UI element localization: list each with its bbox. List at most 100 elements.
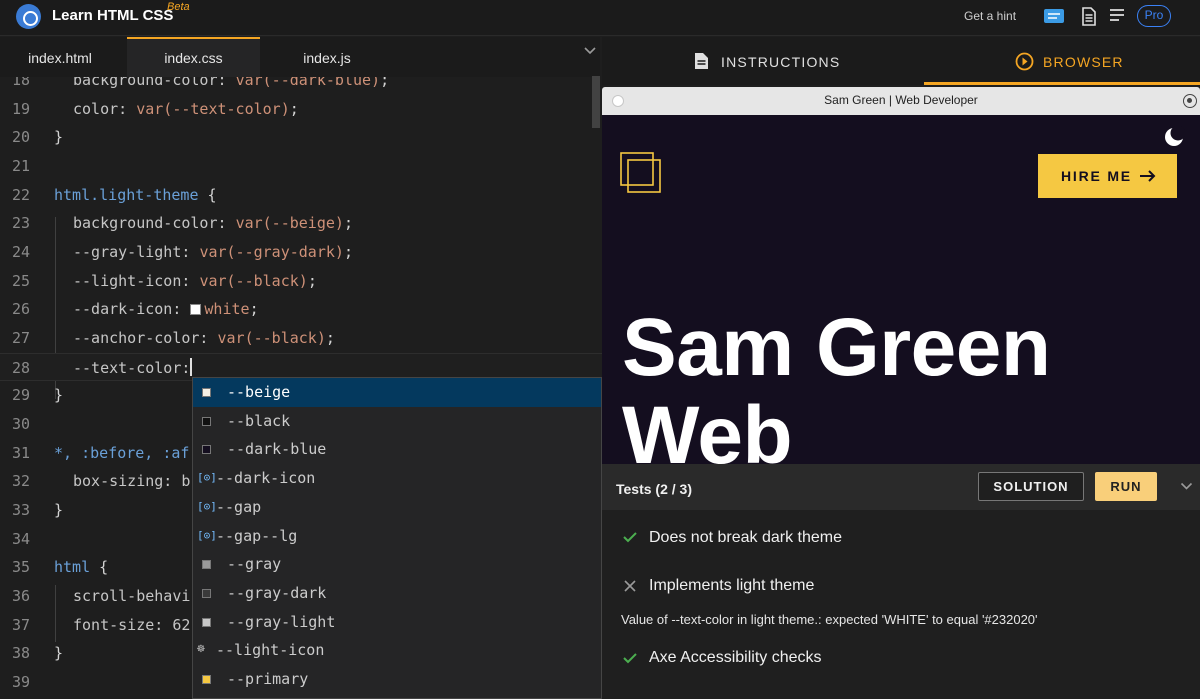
code-text: --dark-icon: white; — [73, 295, 259, 324]
run-button[interactable]: RUN — [1095, 472, 1157, 501]
solution-button[interactable]: SOLUTION — [978, 472, 1084, 501]
tab-instructions[interactable]: INSTRUCTIONS — [721, 37, 840, 85]
pro-badge[interactable]: Pro — [1137, 5, 1171, 27]
suggestion-item[interactable]: --gray-dark — [193, 579, 601, 608]
code-line[interactable]: 25 --light-icon: var(--black); — [0, 267, 602, 296]
color-swatch-icon — [202, 560, 211, 570]
code-line[interactable]: 22 html.light-theme { — [0, 181, 602, 210]
code-text: } — [54, 123, 63, 152]
line-number: 20 — [11, 128, 30, 147]
code-line[interactable]: 24 --gray-light: var(--gray-dark); — [0, 238, 602, 267]
line-number: 35 — [11, 558, 30, 577]
hire-me-label: HIRE ME — [1061, 168, 1132, 184]
active-tab-indicator — [924, 82, 1200, 85]
suggestion-item[interactable]: --black — [193, 407, 601, 436]
code-text: html.light-theme { — [54, 181, 217, 210]
code-token: background-color: — [73, 214, 236, 233]
line-number: 30 — [11, 415, 30, 434]
hire-me-button[interactable]: HIRE ME — [1038, 154, 1177, 198]
code-line[interactable]: 20} — [0, 123, 602, 152]
code-token: ; — [343, 214, 353, 233]
suggestion-item[interactable]: [⊙] --dark-icon — [193, 464, 601, 493]
color-swatch-icon — [202, 675, 211, 684]
suggestion-item[interactable]: --dark-blue — [193, 435, 601, 464]
code-line[interactable]: 26 --dark-icon: white; — [0, 295, 602, 324]
suggestion-label: --gray-light — [227, 612, 336, 631]
suggestion-label: --primary — [227, 670, 309, 688]
tab-index-css[interactable]: index.css — [127, 37, 260, 77]
code-text: color: var(--text-color); — [73, 95, 299, 124]
check-icon — [623, 653, 637, 664]
code-token: ; — [249, 300, 259, 319]
code-line[interactable]: 27 --anchor-color: var(--black); — [0, 324, 602, 353]
line-number: 21 — [11, 157, 30, 175]
code-token: { — [198, 185, 217, 204]
tab-index-html[interactable]: index.html — [0, 37, 120, 77]
code-token: { — [90, 558, 109, 577]
suggestion-label: --gray — [227, 555, 282, 574]
code-token: background-color: — [73, 77, 236, 89]
editor-scrollbar[interactable] — [592, 76, 600, 128]
code-text: } — [54, 639, 63, 668]
moon-icon[interactable] — [1163, 126, 1185, 148]
suggestion-item[interactable]: --primary — [193, 665, 601, 694]
window-close-icon[interactable] — [1183, 94, 1197, 108]
code-line[interactable]: 18 background-color: var(--dark-blue); — [0, 77, 602, 95]
suggestion-item[interactable]: [⊙] --gap — [193, 493, 601, 522]
test-item-label: Implements light theme — [649, 577, 815, 594]
code-line[interactable]: 23 background-color: var(--beige); — [0, 209, 602, 238]
tab-browser[interactable]: BROWSER — [1043, 37, 1124, 85]
color-swatch-icon — [202, 445, 211, 455]
line-number: 33 — [11, 501, 30, 520]
code-text: --gray-light: var(--gray-dark); — [73, 238, 353, 267]
palette-icon: ☸ — [197, 642, 205, 658]
line-number: 22 — [11, 185, 30, 204]
chevron-down-icon[interactable] — [1180, 482, 1193, 491]
beta-badge: Beta — [167, 1, 190, 13]
line-number: 19 — [11, 99, 30, 118]
line-number: 26 — [11, 300, 30, 319]
code-token: --gray-light: — [73, 243, 200, 262]
app-title: Learn HTML CSS — [52, 7, 174, 24]
code-token: ; — [289, 99, 299, 118]
code-token: ; — [380, 77, 390, 89]
code-token: --dark-icon: — [73, 300, 191, 319]
document-icon[interactable] — [1081, 7, 1097, 26]
line-number: 37 — [11, 615, 30, 634]
suggestion-item[interactable]: --beige — [193, 378, 601, 407]
suggestion-label: --beige — [227, 383, 291, 401]
chevron-down-icon[interactable] — [583, 46, 597, 56]
color-swatch-icon — [190, 304, 202, 316]
color-swatch-icon — [202, 388, 211, 397]
suggestion-label: --dark-blue — [227, 440, 327, 459]
suggestion-label: --gap — [216, 497, 262, 516]
code-text: *, :before, :af — [54, 439, 189, 468]
code-line[interactable]: 21 — [0, 152, 602, 181]
line-number: 24 — [11, 243, 30, 262]
code-token: var(--black) — [199, 271, 308, 290]
site-logo-icon[interactable] — [620, 152, 664, 194]
get-hint-button[interactable]: Get a hint — [964, 9, 1016, 23]
ticket-icon[interactable] — [1043, 7, 1065, 25]
app-logo-icon[interactable] — [16, 4, 41, 29]
code-text: --text-color: — [73, 354, 193, 383]
line-number: 27 — [11, 329, 30, 348]
hero-heading: Sam Green Web — [622, 302, 1051, 465]
suggestion-item[interactable]: ☸ --light-icon — [193, 636, 601, 665]
code-text: background-color: var(--dark-blue); — [73, 77, 389, 95]
line-number: 29 — [11, 386, 30, 405]
suggestion-item[interactable]: --gray-light — [193, 608, 601, 637]
line-number: 28 — [11, 358, 30, 377]
code-line[interactable]: 19 color: var(--text-color); — [0, 95, 602, 124]
x-icon — [624, 580, 636, 592]
suggestion-item[interactable]: [⊙] --gap--lg — [193, 522, 601, 551]
suggestion-label: --dark-icon — [216, 469, 316, 488]
code-text: background-color: var(--beige); — [73, 209, 353, 238]
suggestion-item[interactable]: --gray — [193, 550, 601, 579]
menu-icon[interactable] — [1109, 7, 1125, 23]
hero-line-1: Sam Green — [622, 302, 1051, 393]
code-token: --light-icon: — [73, 271, 200, 290]
code-text: --anchor-color: var(--black); — [73, 324, 335, 353]
suggestion-label: --gray-dark — [227, 583, 327, 602]
tab-index-js[interactable]: index.js — [267, 37, 387, 77]
